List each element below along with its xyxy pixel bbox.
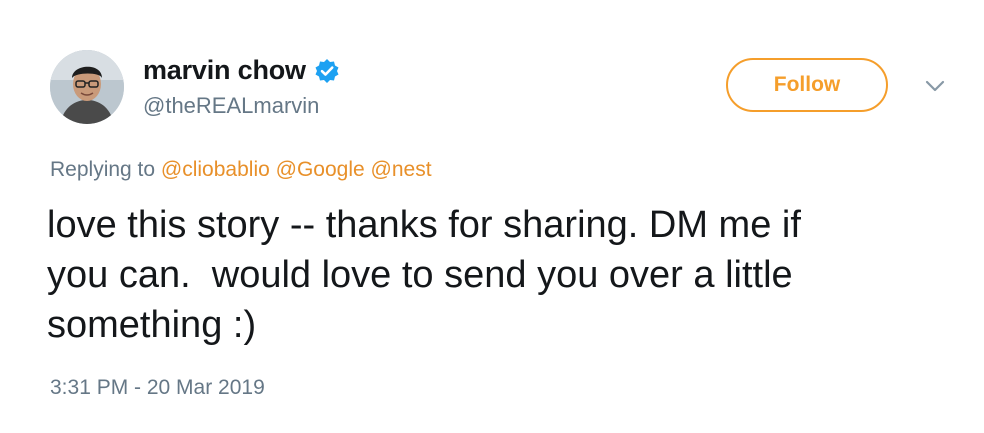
verified-badge-icon (314, 58, 340, 84)
avatar[interactable] (50, 50, 124, 124)
author-name-row: marvin chow (143, 55, 340, 86)
follow-button[interactable]: Follow (726, 58, 888, 112)
mention-link[interactable]: @cliobablio (161, 158, 270, 181)
replying-to: Replying to @cliobablio @Google @nest (50, 158, 432, 182)
profile-photo-icon (50, 50, 124, 124)
tweet-text: love this story -- thanks for sharing. D… (47, 200, 947, 350)
mention-link[interactable]: @nest (371, 158, 432, 181)
mention-link[interactable]: @Google (276, 158, 365, 181)
chevron-down-icon[interactable] (924, 78, 946, 94)
author-handle[interactable]: @theREALmarvin (143, 93, 319, 119)
replying-to-label: Replying to (50, 158, 156, 181)
tweet-card: marvin chow @theREALmarvin Follow Replyi… (0, 0, 984, 433)
display-name[interactable]: marvin chow (143, 55, 306, 86)
tweet-text-line: you can. would love to send you over a l… (47, 254, 793, 296)
tweet-text-line: love this story -- thanks for sharing. D… (47, 204, 801, 246)
tweet-timestamp[interactable]: 3:31 PM - 20 Mar 2019 (50, 376, 265, 400)
tweet-text-line: something :) (47, 304, 257, 346)
